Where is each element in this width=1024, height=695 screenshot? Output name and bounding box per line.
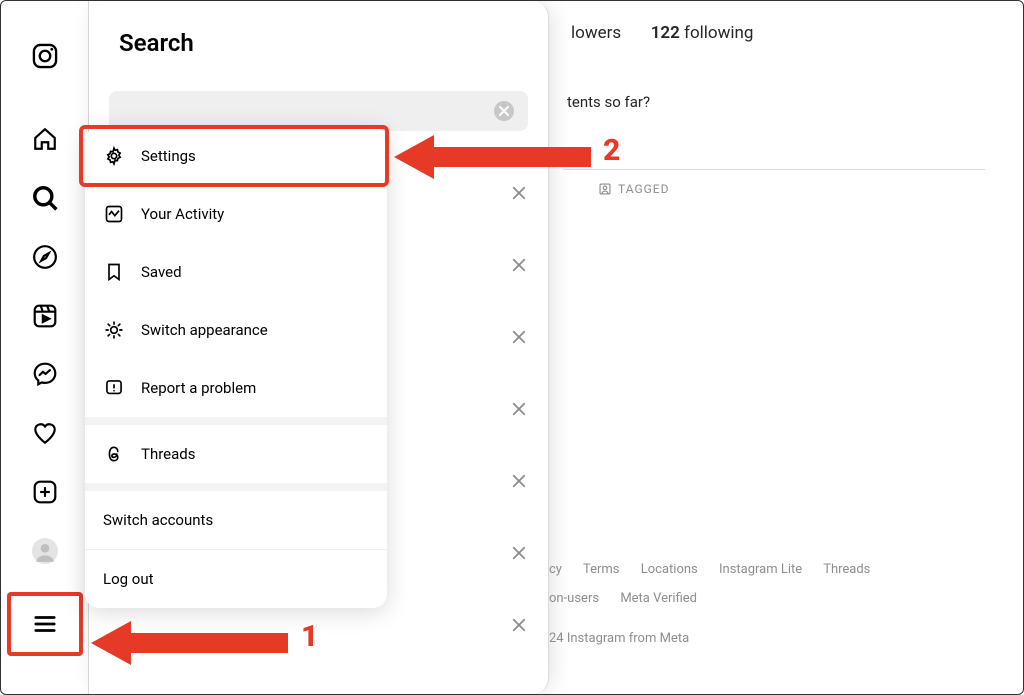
- remove-recent-button[interactable]: [510, 472, 528, 494]
- menu-item-label: Threads: [141, 445, 195, 463]
- menu-item-saved[interactable]: Saved: [85, 243, 387, 301]
- followers-label-partial: lowers: [571, 23, 621, 43]
- alert-icon: [103, 377, 125, 399]
- menu-item-label: Saved: [141, 263, 182, 281]
- following-label: following: [684, 23, 753, 43]
- profile-tagline-partial: tents so far?: [567, 93, 1009, 111]
- footer-link[interactable]: Locations: [641, 562, 698, 577]
- menu-item-logout[interactable]: Log out: [85, 550, 387, 608]
- footer-copyright: 24 Instagram from Meta: [549, 625, 985, 654]
- footer-link[interactable]: on-users: [549, 591, 599, 606]
- tab-label: TAGGED: [618, 182, 670, 196]
- remove-recent-button[interactable]: [510, 544, 528, 566]
- sidebar-item-reels[interactable]: [21, 298, 69, 333]
- menu-item-label: Report a problem: [141, 379, 256, 397]
- menu-item-switch-accounts[interactable]: Switch accounts: [85, 491, 387, 549]
- plus-icon: [32, 479, 58, 505]
- activity-icon: [103, 203, 125, 225]
- more-menu-popup: Settings Your Activity Saved: [85, 127, 387, 608]
- sidebar-item-notifications[interactable]: [21, 416, 69, 451]
- menu-item-label: Your Activity: [141, 205, 224, 223]
- profile-tabs: TAGGED: [563, 169, 985, 170]
- footer-link[interactable]: cy: [549, 562, 562, 577]
- remove-recent-button[interactable]: [510, 616, 528, 638]
- left-sidebar: [1, 1, 89, 694]
- messenger-icon: [32, 361, 58, 387]
- menu-item-threads[interactable]: Threads: [85, 425, 387, 483]
- threads-icon: [103, 443, 125, 465]
- sidebar-item-logo[interactable]: [21, 39, 69, 74]
- reels-icon: [32, 303, 58, 329]
- home-icon: [32, 126, 58, 152]
- remove-recent-button[interactable]: [510, 184, 528, 206]
- clear-search-button[interactable]: [494, 101, 514, 121]
- x-icon: [499, 106, 509, 116]
- sidebar-item-home[interactable]: [21, 122, 69, 157]
- menu-item-report[interactable]: Report a problem: [85, 359, 387, 417]
- profile-stats: lowers 122 following: [571, 23, 1009, 43]
- menu-separator: [85, 483, 387, 491]
- menu-item-activity[interactable]: Your Activity: [85, 185, 387, 243]
- bookmark-icon: [103, 261, 125, 283]
- menu-item-label: Log out: [103, 570, 154, 588]
- menu-item-label: Switch appearance: [141, 321, 268, 339]
- sidebar-item-menu[interactable]: [21, 600, 69, 648]
- menu-item-label: Settings: [141, 147, 196, 165]
- remove-recent-button[interactable]: [510, 256, 528, 278]
- heart-icon: [32, 420, 58, 446]
- avatar-icon: [32, 538, 58, 564]
- search-input[interactable]: [109, 91, 528, 131]
- footer-link[interactable]: Meta Verified: [620, 591, 697, 606]
- sidebar-item-search[interactable]: [21, 181, 69, 216]
- following-count: 122: [651, 23, 680, 43]
- menu-item-appearance[interactable]: Switch appearance: [85, 301, 387, 359]
- gear-icon: [103, 145, 125, 167]
- sun-icon: [103, 319, 125, 341]
- sidebar-item-menu-highlight: [7, 592, 83, 656]
- compass-icon: [32, 244, 58, 270]
- menu-separator: [85, 417, 387, 425]
- menu-item-settings[interactable]: Settings: [85, 127, 387, 185]
- remove-recent-button[interactable]: [510, 400, 528, 422]
- footer-link[interactable]: Threads: [823, 562, 870, 577]
- search-icon: [31, 184, 58, 211]
- remove-recent-button[interactable]: [510, 328, 528, 350]
- sidebar-item-messages[interactable]: [21, 357, 69, 392]
- hamburger-icon: [32, 611, 58, 637]
- sidebar-item-create[interactable]: [21, 474, 69, 509]
- tab-tagged[interactable]: TAGGED: [598, 182, 670, 196]
- menu-item-label: Switch accounts: [103, 511, 213, 529]
- footer-link[interactable]: Terms: [583, 562, 620, 577]
- sidebar-item-explore[interactable]: [21, 239, 69, 274]
- footer-link[interactable]: Instagram Lite: [719, 562, 802, 577]
- tagged-icon: [598, 182, 612, 196]
- sidebar-item-profile[interactable]: [21, 533, 69, 568]
- search-title: Search: [89, 29, 548, 57]
- footer: cy Terms Locations Instagram Lite Thread…: [549, 556, 1003, 654]
- instagram-icon: [31, 42, 59, 70]
